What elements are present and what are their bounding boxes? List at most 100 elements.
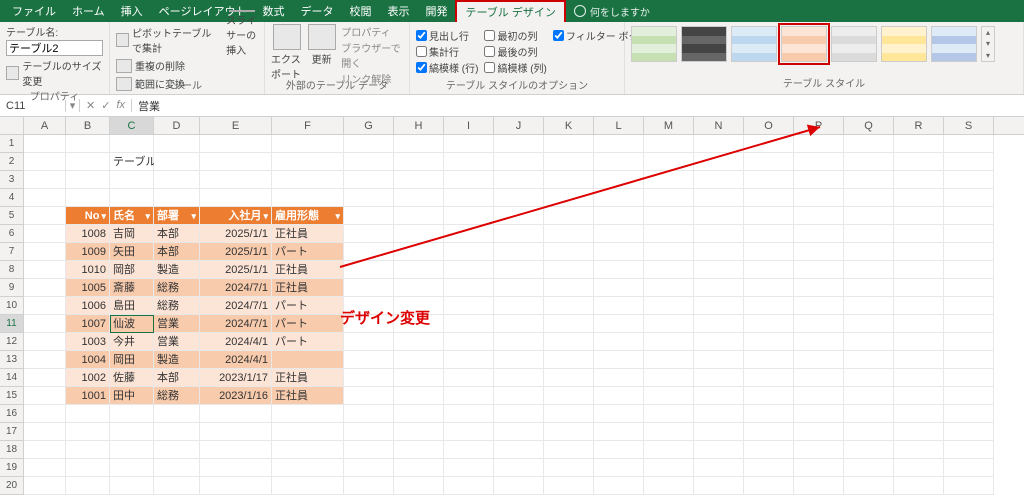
cell[interactable]	[494, 153, 544, 171]
cell[interactable]	[894, 243, 944, 261]
cell[interactable]	[494, 261, 544, 279]
cell[interactable]	[794, 441, 844, 459]
cell[interactable]	[394, 171, 444, 189]
table-cell[interactable]: 2023/1/16	[200, 387, 272, 405]
table-cell[interactable]: パート	[272, 243, 344, 261]
cell[interactable]	[794, 243, 844, 261]
row-header[interactable]: 14	[0, 369, 24, 387]
cell[interactable]	[844, 351, 894, 369]
cell[interactable]	[444, 243, 494, 261]
resize-table-button[interactable]: テーブルのサイズ変更	[6, 58, 103, 88]
cell[interactable]	[594, 279, 644, 297]
menu-データ[interactable]: データ	[292, 0, 341, 22]
cell[interactable]	[894, 459, 944, 477]
cell[interactable]	[200, 153, 272, 171]
row-header[interactable]: 5	[0, 207, 24, 225]
cell[interactable]	[694, 387, 744, 405]
cell[interactable]	[944, 351, 994, 369]
cell[interactable]	[344, 207, 394, 225]
cell[interactable]	[272, 441, 344, 459]
table-cell[interactable]: 1005	[66, 279, 110, 297]
cell[interactable]	[894, 369, 944, 387]
cell[interactable]	[344, 441, 394, 459]
cell[interactable]	[24, 333, 66, 351]
cell[interactable]	[594, 477, 644, 495]
cell[interactable]	[844, 459, 894, 477]
row-header[interactable]: 13	[0, 351, 24, 369]
table-cell[interactable]: 2023/1/17	[200, 369, 272, 387]
cell[interactable]	[694, 477, 744, 495]
col-header[interactable]: K	[544, 117, 594, 134]
table-cell[interactable]: 2024/7/1	[200, 297, 272, 315]
cell[interactable]	[24, 243, 66, 261]
cell[interactable]	[744, 153, 794, 171]
tell-me[interactable]: 何をしますか	[574, 4, 650, 19]
cell[interactable]	[110, 189, 154, 207]
table-cell[interactable]: 本部	[154, 369, 200, 387]
cell[interactable]	[694, 135, 744, 153]
cell[interactable]	[24, 441, 66, 459]
cell[interactable]	[544, 477, 594, 495]
cell[interactable]	[644, 333, 694, 351]
cell[interactable]	[394, 441, 444, 459]
banded-rows-checkbox[interactable]: 縞模様 (行)	[416, 60, 478, 75]
cell[interactable]	[744, 225, 794, 243]
cell[interactable]	[694, 189, 744, 207]
table-cell[interactable]: 2025/1/1	[200, 261, 272, 279]
cell[interactable]	[894, 171, 944, 189]
cell[interactable]	[494, 171, 544, 189]
col-header[interactable]: M	[644, 117, 694, 134]
cell[interactable]	[494, 243, 544, 261]
cell[interactable]	[744, 423, 794, 441]
cell[interactable]	[944, 261, 994, 279]
cell[interactable]	[844, 477, 894, 495]
cell[interactable]	[794, 333, 844, 351]
menu-開発[interactable]: 開発	[417, 0, 455, 22]
cell[interactable]	[844, 243, 894, 261]
cell[interactable]	[694, 207, 744, 225]
cell[interactable]	[394, 459, 444, 477]
col-header[interactable]: N	[694, 117, 744, 134]
cell[interactable]	[272, 189, 344, 207]
table-name-input[interactable]	[6, 40, 103, 56]
table-header-cell[interactable]: No▾	[66, 207, 110, 225]
menu-テーブル デザイン[interactable]: テーブル デザイン	[455, 0, 565, 22]
table-cell[interactable]: 2024/7/1	[200, 315, 272, 333]
cell[interactable]	[272, 477, 344, 495]
table-style-swatch[interactable]	[681, 26, 727, 62]
table-cell[interactable]: 正社員	[272, 369, 344, 387]
cell[interactable]	[344, 261, 394, 279]
cell[interactable]	[154, 459, 200, 477]
export-button[interactable]: エクスポート	[271, 24, 302, 81]
cell[interactable]	[744, 189, 794, 207]
table-header-cell[interactable]: 氏名▾	[110, 207, 154, 225]
cell[interactable]	[24, 405, 66, 423]
table-style-swatch[interactable]	[831, 26, 877, 62]
table-cell[interactable]: 2025/1/1	[200, 225, 272, 243]
table-cell[interactable]: 1008	[66, 225, 110, 243]
cell[interactable]	[744, 369, 794, 387]
table-cell[interactable]: 製造	[154, 261, 200, 279]
name-box-dropdown[interactable]: ▾	[66, 99, 80, 112]
table-style-swatch[interactable]	[881, 26, 927, 62]
table-cell[interactable]: パート	[272, 297, 344, 315]
cell[interactable]	[110, 135, 154, 153]
cell[interactable]	[844, 261, 894, 279]
cell[interactable]	[200, 423, 272, 441]
filter-dropdown-icon[interactable]: ▾	[263, 207, 268, 225]
cell[interactable]	[444, 171, 494, 189]
cell[interactable]	[344, 333, 394, 351]
cell[interactable]	[544, 153, 594, 171]
cell[interactable]	[110, 477, 154, 495]
cell[interactable]	[24, 171, 66, 189]
cell[interactable]	[200, 459, 272, 477]
table-cell[interactable]: 本部	[154, 243, 200, 261]
cell[interactable]	[844, 207, 894, 225]
cell[interactable]	[644, 153, 694, 171]
table-cell[interactable]: 総務	[154, 387, 200, 405]
cell[interactable]	[24, 459, 66, 477]
cell[interactable]	[694, 225, 744, 243]
fx-icon[interactable]: fx	[116, 99, 125, 112]
cell[interactable]	[894, 135, 944, 153]
table-cell[interactable]: 岡田	[110, 351, 154, 369]
